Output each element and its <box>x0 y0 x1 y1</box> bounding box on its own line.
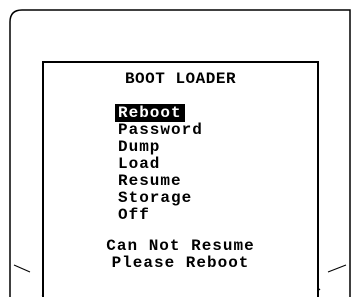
boot-menu: Reboot Password Dump Load Resume Storage… <box>115 104 205 224</box>
lcd-screen: BOOT LOADER Reboot Password Dump Load Re… <box>42 61 319 297</box>
screen-title: BOOT LOADER <box>124 70 237 88</box>
device-illustration: BOOT LOADER Reboot Password Dump Load Re… <box>0 0 360 297</box>
menu-item-dump[interactable]: Dump <box>116 139 205 156</box>
menu-item-resume[interactable]: Resume <box>116 173 205 190</box>
status-line-2: Please Reboot <box>111 254 250 272</box>
menu-item-load[interactable]: Load <box>116 156 205 173</box>
status-line-1: Can Not Resume <box>106 237 255 255</box>
menu-item-off[interactable]: Off <box>116 207 205 224</box>
menu-item-storage[interactable]: Storage <box>116 190 205 207</box>
status-message: Can Not Resume Please Reboot <box>44 238 317 272</box>
menu-item-password[interactable]: Password <box>116 122 205 139</box>
menu-item-reboot[interactable]: Reboot <box>115 104 185 122</box>
